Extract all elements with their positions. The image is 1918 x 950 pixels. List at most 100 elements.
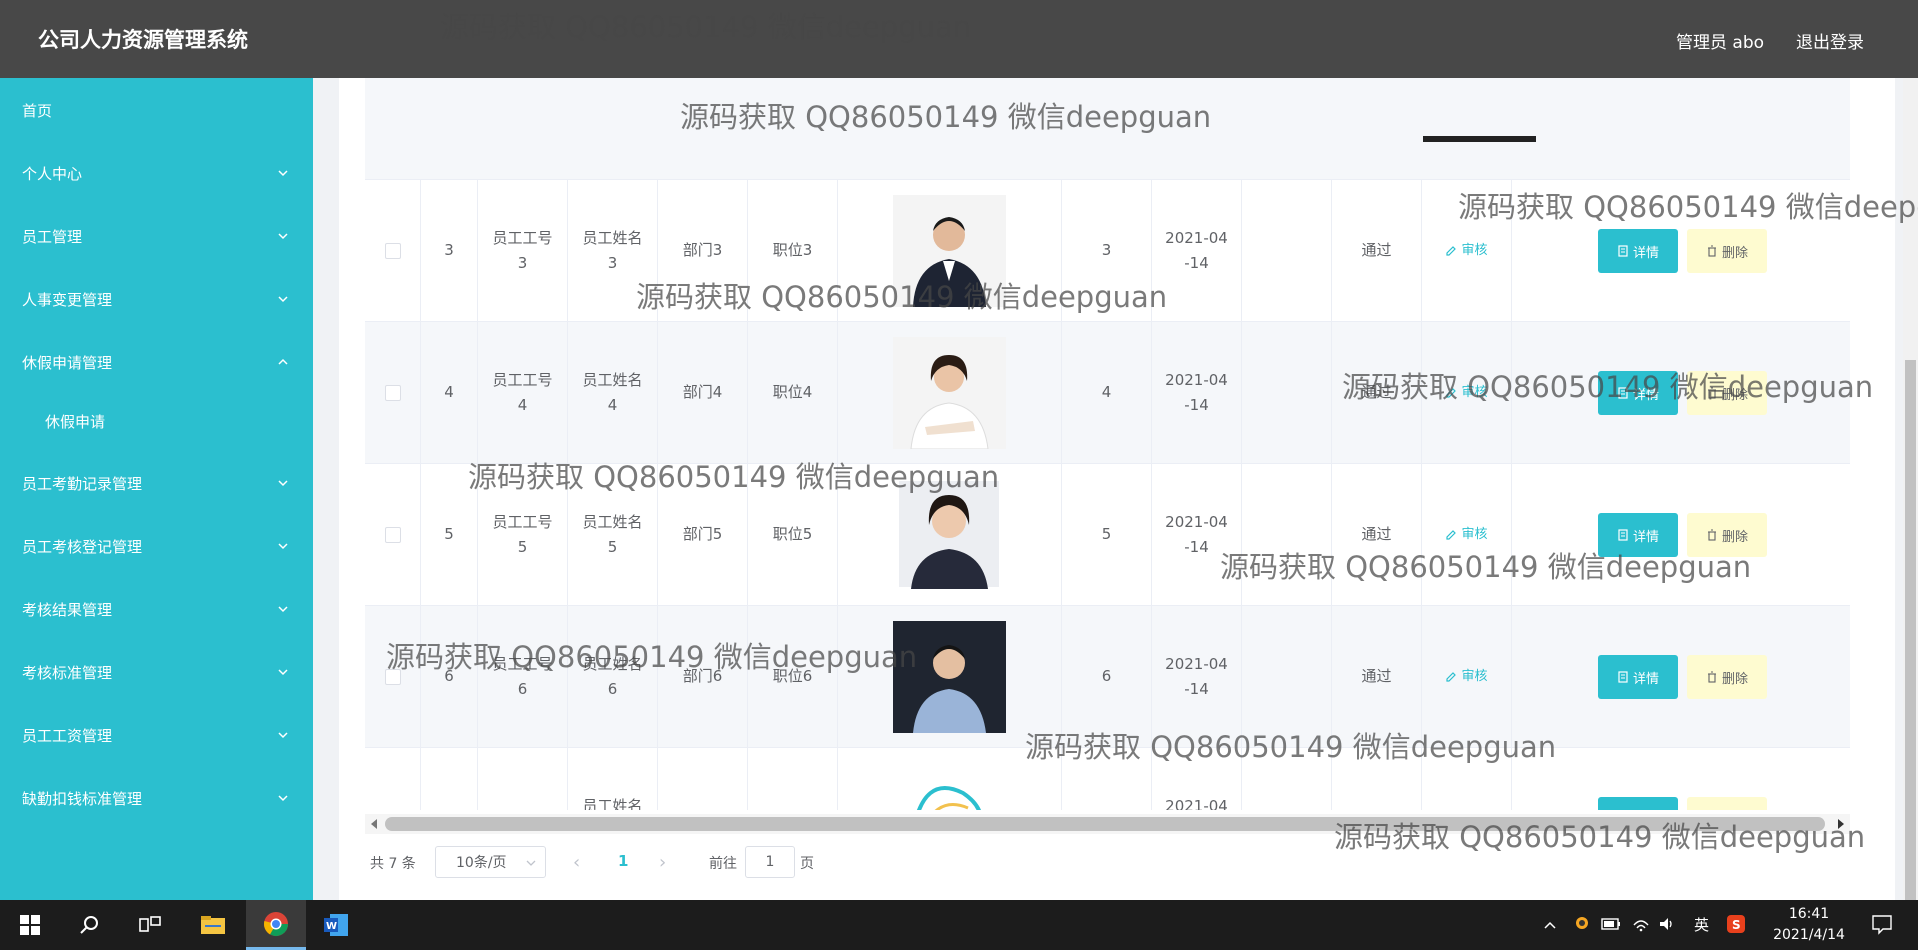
days-value: 未 (1099, 806, 1114, 810)
delete-button[interactable]: 删除 (1687, 655, 1767, 699)
emp-name-cell: 员工姓名 3 (568, 180, 658, 321)
date-cell: 2021-04 -14 (1152, 464, 1242, 605)
detail-button[interactable]: 详情 (1598, 371, 1678, 415)
dept-value: 部门3 (682, 241, 723, 259)
audit-cell: 审核 (1422, 606, 1512, 747)
qq-tray-icon[interactable] (1573, 915, 1591, 933)
sidebar-item-attendance[interactable]: 员工考勤记录管理 (0, 463, 313, 503)
prev-page-button[interactable]: ‹ (573, 852, 580, 873)
empty-cell (1512, 180, 1850, 321)
detail-button[interactable]: 详情 (1598, 513, 1678, 557)
delete-button[interactable]: 删除 (1687, 229, 1767, 273)
audit-cell: 审核 (1422, 180, 1512, 321)
trash-icon (1707, 387, 1716, 399)
clock-time: 16:41 (1788, 906, 1830, 922)
sidebar-item-personnel-change[interactable]: 人事变更管理 (0, 279, 313, 319)
index-cell: 4 (421, 322, 478, 463)
emp-no-value: 员工工号 3 (492, 228, 553, 272)
sidebar-item-leave[interactable]: 休假申请管理 (0, 342, 313, 382)
windows-start-icon[interactable] (0, 900, 60, 950)
audit-button[interactable]: 审核 (1445, 806, 1487, 810)
days-value: 4 (1101, 383, 1112, 401)
chevron-down-icon (278, 606, 288, 613)
battery-icon[interactable] (1601, 917, 1621, 931)
detail-button[interactable]: 详情 (1598, 655, 1678, 699)
delete-button[interactable]: 删除 (1687, 513, 1767, 557)
row-checkbox[interactable] (384, 384, 401, 401)
task-view-icon[interactable] (120, 900, 180, 950)
document-icon (1618, 387, 1628, 399)
date-value: 2021-04 -14 (1165, 654, 1228, 698)
delete-label: 删除 (1722, 810, 1748, 811)
chevron-down-icon (278, 795, 288, 802)
detail-label: 详情 (1633, 810, 1659, 811)
next-page-button[interactable]: › (659, 852, 666, 873)
row-checkbox[interactable] (384, 668, 401, 685)
audit-button[interactable]: 审核 (1445, 522, 1488, 547)
svg-text:W: W (326, 921, 337, 932)
sidebar-item-assessment-result[interactable]: 考核结果管理 (0, 589, 313, 629)
empty-cell (1242, 606, 1332, 747)
audit-button[interactable]: 审核 (1445, 238, 1488, 263)
sidebar-item-home[interactable]: 首页 (0, 90, 313, 130)
dept-cell: 部门5 (658, 464, 748, 605)
dept-cell: 行政 (658, 748, 748, 810)
audit-button[interactable]: 审核 (1445, 664, 1488, 689)
vertical-scrollbar[interactable] (1903, 78, 1918, 900)
wifi-icon[interactable] (1632, 915, 1650, 933)
word-icon[interactable]: W (306, 900, 366, 950)
page-size-select[interactable]: 10条/页 (435, 846, 546, 878)
search-icon[interactable] (60, 900, 120, 950)
volume-icon[interactable] (1658, 915, 1676, 933)
scrollbar-thumb[interactable] (1905, 360, 1916, 900)
trash-icon (1707, 245, 1716, 257)
index-value: 6 (444, 667, 454, 685)
photo-cell (838, 180, 1062, 321)
days-cell: 4 (1062, 322, 1152, 463)
date-cell: 2021-04 -14 (1152, 180, 1242, 321)
dept-value: 行政 (687, 806, 717, 810)
sidebar-item-salary[interactable]: 员工工资管理 (0, 715, 313, 755)
employee-photo (893, 478, 1006, 591)
chevron-up-icon[interactable] (1542, 917, 1558, 933)
sidebar-item-employee[interactable]: 员工管理 (0, 216, 313, 256)
sidebar-subitem-leave-application[interactable]: 休假申请 (0, 401, 313, 441)
detail-button[interactable]: 详情 (1598, 797, 1678, 810)
sogou-tray-icon[interactable]: S (1726, 914, 1746, 934)
audit-button[interactable]: 审核 (1445, 380, 1488, 405)
detail-button[interactable]: 详情 (1598, 229, 1678, 273)
ime-indicator[interactable]: 英 (1694, 914, 1709, 935)
file-explorer-icon[interactable] (183, 900, 243, 950)
page-number-current[interactable]: 1 (618, 852, 628, 870)
scrollbar-thumb[interactable] (385, 817, 1825, 831)
notification-icon[interactable] (1870, 913, 1894, 935)
emp-name-cell: 员工姓名 4 (568, 322, 658, 463)
audit-label: 审核 (1461, 669, 1488, 684)
delete-button[interactable]: 删除 (1687, 797, 1767, 810)
goto-page-input[interactable] (745, 846, 795, 878)
chrome-icon[interactable] (246, 900, 306, 950)
row-checkbox[interactable] (384, 526, 401, 543)
position-value: 职位5 (772, 525, 813, 543)
photo-cell (838, 464, 1062, 605)
taskbar-clock[interactable]: 16:41 2021/4/14 (1772, 904, 1846, 946)
logout-link[interactable]: 退出登录 (1796, 28, 1864, 53)
emp-no-value: 员工工号 5 (492, 512, 553, 556)
status-cell: 通过 (1332, 180, 1422, 321)
sidebar-item-assessment-standard[interactable]: 考核标准管理 (0, 652, 313, 692)
sidebar-item-personal-center[interactable]: 个人中心 (0, 153, 313, 193)
position-value: 职位6 (772, 667, 813, 685)
horizontal-scrollbar[interactable] (365, 814, 1850, 834)
table-row: 6 员工工号 6 员工姓名 6 部门6 职位6 6 2021-04 -14 通过 审核 详情 删除 (365, 606, 1850, 748)
empty-cell (1242, 748, 1332, 810)
sidebar-item-absence-deduction[interactable]: 缺勤扣钱标准管理 (0, 778, 313, 818)
sidebar-item-label: 员工管理 (22, 227, 83, 246)
delete-button[interactable]: 删除 (1687, 371, 1767, 415)
scroll-left-icon[interactable] (371, 819, 377, 829)
scroll-right-icon[interactable] (1838, 819, 1844, 829)
detail-label: 详情 (1632, 529, 1659, 545)
index-value: 7 (444, 806, 454, 810)
row-checkbox[interactable] (384, 242, 401, 259)
sidebar-item-assessment-register[interactable]: 员工考核登记管理 (0, 526, 313, 566)
employee-photo (893, 762, 1006, 810)
